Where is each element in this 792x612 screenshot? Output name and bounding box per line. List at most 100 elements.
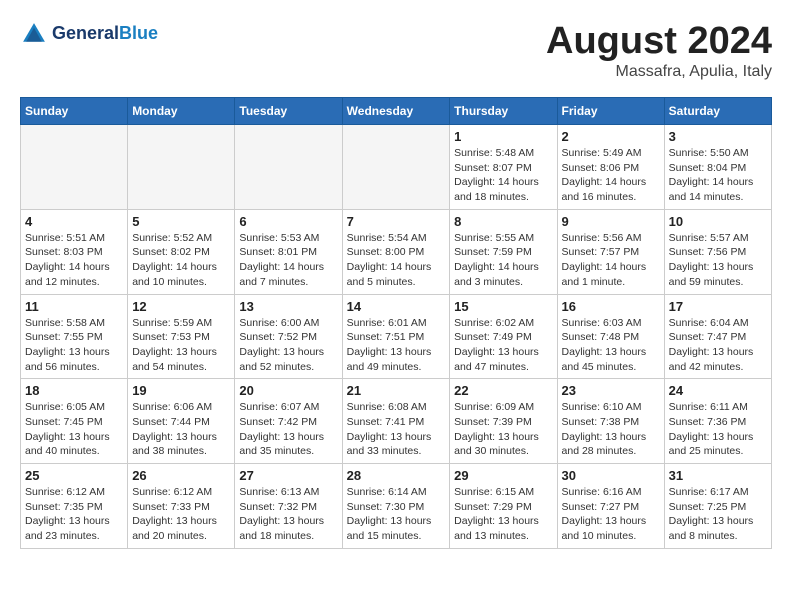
day-number: 25 (25, 468, 123, 483)
day-info: Sunrise: 6:00 AM Sunset: 7:52 PM Dayligh… (239, 316, 337, 375)
calendar-cell: 5Sunrise: 5:52 AM Sunset: 8:02 PM Daylig… (128, 209, 235, 294)
calendar-cell: 23 Sunrise: 6:10 AM Sunset: 7:38 PM Dayli… (557, 379, 664, 464)
day-number: 17 (669, 299, 767, 314)
day-info: Sunrise: 5:59 AM Sunset: 7:53 PM Dayligh… (132, 316, 230, 375)
calendar-cell: 26 Sunrise: 6:12 AM Sunset: 7:33 PM Dayli… (128, 464, 235, 549)
day-number: 23 (562, 383, 660, 398)
day-info: Sunrise: 6:13 AM Sunset: 7:32 PM Dayligh… (239, 485, 337, 544)
logo-text-line1: GeneralBlue (52, 24, 158, 44)
day-info: Sunrise: 5:56 AM Sunset: 7:57 PM Dayligh… (562, 231, 660, 290)
calendar-cell: 4 Sunrise: 5:51 AM Sunset: 8:03 PM Daylig… (21, 209, 128, 294)
day-info: Sunrise: 5:51 AM Sunset: 8:03 PM Dayligh… (25, 231, 123, 290)
calendar-cell: 10Sunrise: 5:57 AM Sunset: 7:56 PM Dayli… (664, 209, 771, 294)
calendar-cell: 12 Sunrise: 5:59 AM Sunset: 7:53 PM Dayli… (128, 294, 235, 379)
calendar-cell: 24Sunrise: 6:11 AM Sunset: 7:36 PM Dayli… (664, 379, 771, 464)
calendar-cell: 16 Sunrise: 6:03 AM Sunset: 7:48 PM Dayli… (557, 294, 664, 379)
calendar-cell: 18 Sunrise: 6:05 AM Sunset: 7:45 PM Dayli… (21, 379, 128, 464)
calendar-cell: 25 Sunrise: 6:12 AM Sunset: 7:35 PM Dayli… (21, 464, 128, 549)
day-number: 22 (454, 383, 552, 398)
day-number: 6 (239, 214, 337, 229)
title-section: August 2024 Massafra, Apulia, Italy (546, 20, 772, 81)
day-number: 4 (25, 214, 123, 229)
calendar-cell: 1 Sunrise: 5:48 AM Sunset: 8:07 PM Daylig… (450, 125, 557, 210)
day-number: 26 (132, 468, 230, 483)
calendar-cell: 7Sunrise: 5:54 AM Sunset: 8:00 PM Daylig… (342, 209, 450, 294)
day-number: 10 (669, 214, 767, 229)
week-row-4: 18 Sunrise: 6:05 AM Sunset: 7:45 PM Dayli… (21, 379, 772, 464)
day-info: Sunrise: 6:10 AM Sunset: 7:38 PM Dayligh… (562, 400, 660, 459)
day-info: Sunrise: 6:15 AM Sunset: 7:29 PM Dayligh… (454, 485, 552, 544)
day-number: 16 (562, 299, 660, 314)
week-row-1: 1 Sunrise: 5:48 AM Sunset: 8:07 PM Daylig… (21, 125, 772, 210)
calendar-cell: 19 Sunrise: 6:06 AM Sunset: 7:44 PM Dayli… (128, 379, 235, 464)
page-header: GeneralBlue August 2024 Massafra, Apulia… (20, 20, 772, 81)
day-info: Sunrise: 6:04 AM Sunset: 7:47 PM Dayligh… (669, 316, 767, 375)
day-info: Sunrise: 6:05 AM Sunset: 7:45 PM Dayligh… (25, 400, 123, 459)
day-number: 21 (347, 383, 446, 398)
calendar-cell: 27 Sunrise: 6:13 AM Sunset: 7:32 PM Dayli… (235, 464, 342, 549)
calendar-cell: 30 Sunrise: 6:16 AM Sunset: 7:27 PM Dayli… (557, 464, 664, 549)
day-number: 2 (562, 129, 660, 144)
weekday-header-thursday: Thursday (450, 98, 557, 125)
day-info: Sunrise: 6:06 AM Sunset: 7:44 PM Dayligh… (132, 400, 230, 459)
day-info: Sunrise: 6:02 AM Sunset: 7:49 PM Dayligh… (454, 316, 552, 375)
logo: GeneralBlue (20, 20, 158, 48)
day-number: 19 (132, 383, 230, 398)
calendar-title: August 2024 (546, 20, 772, 63)
day-number: 24 (669, 383, 767, 398)
weekday-header-wednesday: Wednesday (342, 98, 450, 125)
day-info: Sunrise: 5:53 AM Sunset: 8:01 PM Dayligh… (239, 231, 337, 290)
calendar-cell: 15 Sunrise: 6:02 AM Sunset: 7:49 PM Dayli… (450, 294, 557, 379)
day-number: 5 (132, 214, 230, 229)
calendar-cell: 14Sunrise: 6:01 AM Sunset: 7:51 PM Dayli… (342, 294, 450, 379)
day-number: 12 (132, 299, 230, 314)
day-info: Sunrise: 5:49 AM Sunset: 8:06 PM Dayligh… (562, 146, 660, 205)
calendar-cell: 13 Sunrise: 6:00 AM Sunset: 7:52 PM Dayli… (235, 294, 342, 379)
day-info: Sunrise: 6:17 AM Sunset: 7:25 PM Dayligh… (669, 485, 767, 544)
day-number: 11 (25, 299, 123, 314)
calendar-cell: 11Sunrise: 5:58 AM Sunset: 7:55 PM Dayli… (21, 294, 128, 379)
calendar-cell (128, 125, 235, 210)
day-info: Sunrise: 6:08 AM Sunset: 7:41 PM Dayligh… (347, 400, 446, 459)
day-info: Sunrise: 5:54 AM Sunset: 8:00 PM Dayligh… (347, 231, 446, 290)
calendar-cell: 8 Sunrise: 5:55 AM Sunset: 7:59 PM Daylig… (450, 209, 557, 294)
day-info: Sunrise: 6:03 AM Sunset: 7:48 PM Dayligh… (562, 316, 660, 375)
day-number: 3 (669, 129, 767, 144)
weekday-header-friday: Friday (557, 98, 664, 125)
day-number: 31 (669, 468, 767, 483)
calendar-cell: 22 Sunrise: 6:09 AM Sunset: 7:39 PM Dayli… (450, 379, 557, 464)
day-info: Sunrise: 6:12 AM Sunset: 7:35 PM Dayligh… (25, 485, 123, 544)
calendar-table: SundayMondayTuesdayWednesdayThursdayFrid… (20, 97, 772, 549)
calendar-cell: 28 Sunrise: 6:14 AM Sunset: 7:30 PM Dayli… (342, 464, 450, 549)
day-number: 27 (239, 468, 337, 483)
day-number: 29 (454, 468, 552, 483)
day-number: 14 (347, 299, 446, 314)
day-info: Sunrise: 6:07 AM Sunset: 7:42 PM Dayligh… (239, 400, 337, 459)
day-info: Sunrise: 5:50 AM Sunset: 8:04 PM Dayligh… (669, 146, 767, 205)
weekday-header-saturday: Saturday (664, 98, 771, 125)
calendar-cell (21, 125, 128, 210)
day-number: 1 (454, 129, 552, 144)
calendar-cell: 3 Sunrise: 5:50 AM Sunset: 8:04 PM Daylig… (664, 125, 771, 210)
day-info: Sunrise: 6:16 AM Sunset: 7:27 PM Dayligh… (562, 485, 660, 544)
day-number: 28 (347, 468, 446, 483)
calendar-cell: 20Sunrise: 6:07 AM Sunset: 7:42 PM Dayli… (235, 379, 342, 464)
week-row-5: 25 Sunrise: 6:12 AM Sunset: 7:35 PM Dayli… (21, 464, 772, 549)
calendar-cell: 2 Sunrise: 5:49 AM Sunset: 8:06 PM Daylig… (557, 125, 664, 210)
weekday-header-tuesday: Tuesday (235, 98, 342, 125)
day-number: 18 (25, 383, 123, 398)
day-number: 8 (454, 214, 552, 229)
day-number: 15 (454, 299, 552, 314)
day-info: Sunrise: 6:14 AM Sunset: 7:30 PM Dayligh… (347, 485, 446, 544)
day-info: Sunrise: 6:09 AM Sunset: 7:39 PM Dayligh… (454, 400, 552, 459)
weekday-header-row: SundayMondayTuesdayWednesdayThursdayFrid… (21, 98, 772, 125)
day-info: Sunrise: 6:12 AM Sunset: 7:33 PM Dayligh… (132, 485, 230, 544)
day-info: Sunrise: 5:55 AM Sunset: 7:59 PM Dayligh… (454, 231, 552, 290)
week-row-2: 4 Sunrise: 5:51 AM Sunset: 8:03 PM Daylig… (21, 209, 772, 294)
calendar-cell: 21 Sunrise: 6:08 AM Sunset: 7:41 PM Dayli… (342, 379, 450, 464)
day-number: 30 (562, 468, 660, 483)
day-number: 13 (239, 299, 337, 314)
calendar-cell (235, 125, 342, 210)
day-info: Sunrise: 5:48 AM Sunset: 8:07 PM Dayligh… (454, 146, 552, 205)
calendar-cell (342, 125, 450, 210)
